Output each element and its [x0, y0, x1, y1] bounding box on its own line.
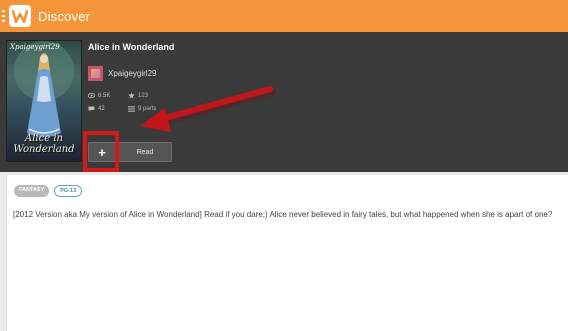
genre-tag[interactable]: FANTASY — [14, 185, 50, 197]
views-stat: 6.5K — [88, 92, 128, 99]
story-title[interactable]: Alice in Wonderland — [88, 42, 174, 52]
eye-icon — [88, 92, 95, 99]
story-stats: 6.5K 123 42 9 parts — [88, 92, 188, 112]
page-title: Discover — [38, 8, 91, 24]
author-name[interactable]: Xpaigeygirl29 — [108, 69, 156, 78]
parts-stat: 9 parts — [128, 105, 188, 112]
votes-stat: 123 — [128, 92, 188, 99]
list-icon — [128, 105, 135, 112]
comment-icon — [88, 105, 95, 112]
highlight-annotation-box — [83, 131, 119, 172]
top-bar: Discover — [0, 0, 568, 32]
cover-author-text: Xpaigeygirl29 — [10, 43, 60, 51]
comments-count: 42 — [98, 105, 105, 112]
read-button[interactable]: Read — [118, 142, 172, 162]
story-description: [2012 Version aka My version of Alice in… — [13, 210, 553, 219]
menu-icon[interactable] — [2, 10, 5, 22]
author-row[interactable]: Xpaigeygirl29 — [88, 66, 156, 81]
tag-list: FANTASY PG-13 — [14, 185, 83, 197]
author-avatar[interactable] — [88, 66, 103, 81]
book-cover[interactable]: Xpaigeygirl29 Alice in Wonderland — [6, 40, 82, 162]
comments-stat: 42 — [88, 105, 128, 112]
star-icon — [128, 92, 135, 99]
parts-count: 9 parts — [138, 105, 157, 112]
votes-count: 123 — [138, 92, 149, 99]
rating-tag: PG-13 — [54, 185, 83, 197]
wattpad-logo-icon[interactable] — [9, 5, 31, 27]
cover-title-text: Alice in Wonderland — [13, 133, 75, 155]
views-count: 6.5K — [98, 92, 111, 99]
story-details-panel: FANTASY PG-13 [2012 Version aka My versi… — [6, 175, 568, 331]
